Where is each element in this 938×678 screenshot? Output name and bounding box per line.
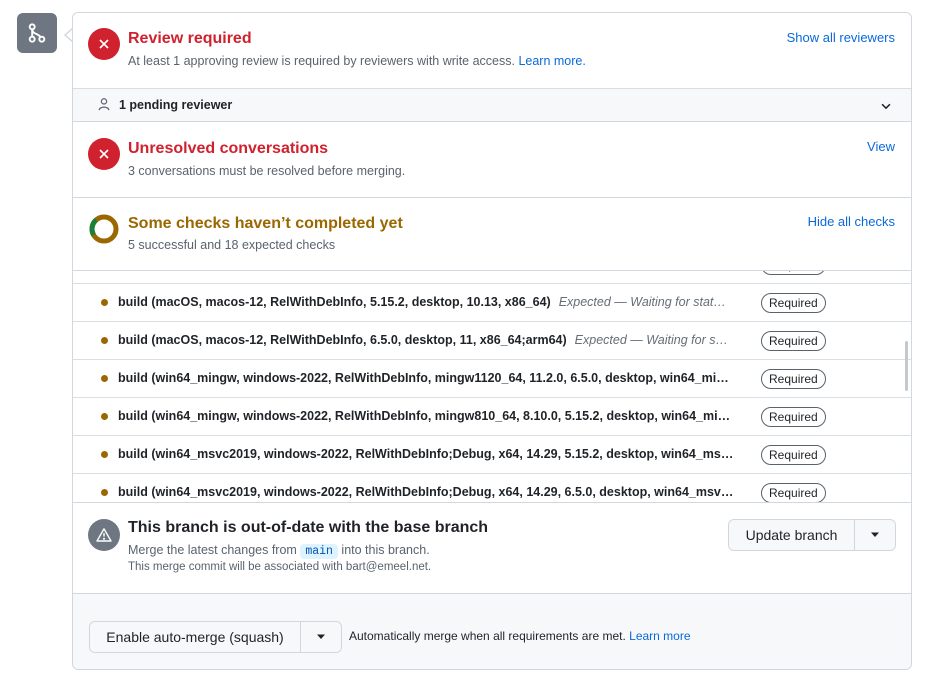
conversations-section: Unresolved conversations 3 conversations… <box>73 123 911 198</box>
check-row[interactable]: Required <box>73 271 911 284</box>
checks-list[interactable]: Required build (macOS, macos-12, RelWith… <box>73 271 911 503</box>
merge-box: Review required At least 1 approving rev… <box>72 12 912 670</box>
check-name: build (win64_mingw, windows-2022, RelWit… <box>118 371 754 385</box>
check-row[interactable]: build (macOS, macos-12, RelWithDebInfo, … <box>73 284 911 322</box>
auto-merge-group: Enable auto-merge (squash) <box>89 621 342 653</box>
required-badge: Required <box>761 271 826 275</box>
branch-section: This branch is out-of-date with the base… <box>73 504 911 593</box>
check-row[interactable]: build (win64_mingw, windows-2022, RelWit… <box>73 360 911 398</box>
update-branch-group: Update branch <box>728 519 896 551</box>
checks-scrollbar[interactable] <box>905 341 908 391</box>
check-row[interactable]: build (win64_mingw, windows-2022, RelWit… <box>73 398 911 436</box>
auto-merge-learn-more-link[interactable]: Learn more <box>629 629 690 643</box>
x-circle-icon <box>88 138 120 170</box>
required-badge: Required <box>761 483 826 502</box>
pending-dot-icon <box>101 299 108 306</box>
triangle-down-icon <box>871 532 879 537</box>
required-badge: Required <box>761 331 826 351</box>
check-name: build (macOS, macos-12, RelWithDebInfo, … <box>118 295 754 309</box>
check-name-text: build (macOS, macos-12, RelWithDebInfo, … <box>118 295 551 309</box>
merge-method-dropdown[interactable] <box>300 622 341 652</box>
update-branch-dropdown[interactable] <box>854 520 895 550</box>
check-status-text: Expected — Waiting for s… <box>574 333 728 347</box>
required-badge: Required <box>761 445 826 465</box>
pending-dot-icon <box>101 413 108 420</box>
pending-dot-icon <box>101 375 108 382</box>
check-name-text: build (win64_msvc2019, windows-2022, Rel… <box>118 447 734 461</box>
check-name-text: build (win64_msvc2019, windows-2022, Rel… <box>118 485 734 499</box>
required-badge: Required <box>761 407 826 427</box>
alert-icon <box>88 519 120 551</box>
auto-merge-footer: Enable auto-merge (squash) Automatically… <box>73 593 911 669</box>
x-circle-icon <box>88 28 120 60</box>
check-name: build (win64_msvc2019, windows-2022, Rel… <box>118 485 754 499</box>
check-name-text: build (macOS, macos-12, RelWithDebInfo, … <box>118 333 567 347</box>
check-row[interactable]: build (macOS, macos-12, RelWithDebInfo, … <box>73 322 911 360</box>
pending-dot-icon <box>101 489 108 496</box>
conversations-title: Unresolved conversations <box>128 140 329 157</box>
update-branch-button[interactable]: Update branch <box>729 520 854 550</box>
check-status-text: Expected — Waiting for stat… <box>558 295 726 309</box>
branch-description: Merge the latest changes from main into … <box>128 543 430 559</box>
review-description-text: At least 1 approving review is required … <box>128 54 515 68</box>
check-row[interactable]: build (win64_msvc2019, windows-2022, Rel… <box>73 436 911 474</box>
pending-reviewer-label: 1 pending reviewer <box>119 98 233 112</box>
checks-description: 5 successful and 18 expected checks <box>128 238 336 252</box>
checks-title: Some checks haven’t completed yet <box>128 215 403 232</box>
show-all-reviewers-link[interactable]: Show all reviewers <box>787 30 895 45</box>
review-title: Review required <box>128 30 252 47</box>
branch-merge-prefix: Merge the latest changes from <box>128 543 297 557</box>
required-badge: Required <box>761 369 826 389</box>
auto-merge-hint: Automatically merge when all requirement… <box>349 629 691 643</box>
review-section: Review required At least 1 approving rev… <box>73 13 911 88</box>
check-name: build (win64_msvc2019, windows-2022, Rel… <box>118 447 754 461</box>
required-badge: Required <box>761 293 826 313</box>
auto-merge-hint-text: Automatically merge when all requirement… <box>349 629 626 643</box>
checks-progress-icon <box>88 213 120 245</box>
pending-dot-icon <box>101 337 108 344</box>
review-learn-more-link[interactable]: Learn more. <box>518 54 585 68</box>
branch-title: This branch is out-of-date with the base… <box>128 519 489 536</box>
person-icon <box>97 97 111 116</box>
check-row[interactable]: build (win64_msvc2019, windows-2022, Rel… <box>73 474 911 502</box>
check-name-text: build (win64_mingw, windows-2022, RelWit… <box>118 371 729 385</box>
enable-auto-merge-button[interactable]: Enable auto-merge (squash) <box>90 622 300 652</box>
conversations-description: 3 conversations must be resolved before … <box>128 164 406 178</box>
check-name: build (macOS, macos-12, RelWithDebInfo, … <box>118 333 754 347</box>
review-description: At least 1 approving review is required … <box>128 54 586 68</box>
git-merge-icon <box>17 13 57 53</box>
view-conversations-link[interactable]: View <box>867 139 895 154</box>
check-name: build (win64_mingw, windows-2022, RelWit… <box>118 409 754 423</box>
branch-merge-suffix: into this branch. <box>341 543 430 557</box>
checks-section: Some checks haven’t completed yet 5 succ… <box>73 198 911 271</box>
check-name-text: build (win64_mingw, windows-2022, RelWit… <box>118 409 731 423</box>
pending-dot-icon <box>101 451 108 458</box>
hide-all-checks-link[interactable]: Hide all checks <box>808 214 895 229</box>
triangle-down-icon <box>317 634 325 639</box>
base-branch-name: main <box>300 544 338 559</box>
commit-note: This merge commit will be associated wit… <box>128 561 432 573</box>
pending-reviewers-toggle[interactable]: 1 pending reviewer <box>73 88 911 122</box>
chevron-down-icon <box>879 99 893 118</box>
